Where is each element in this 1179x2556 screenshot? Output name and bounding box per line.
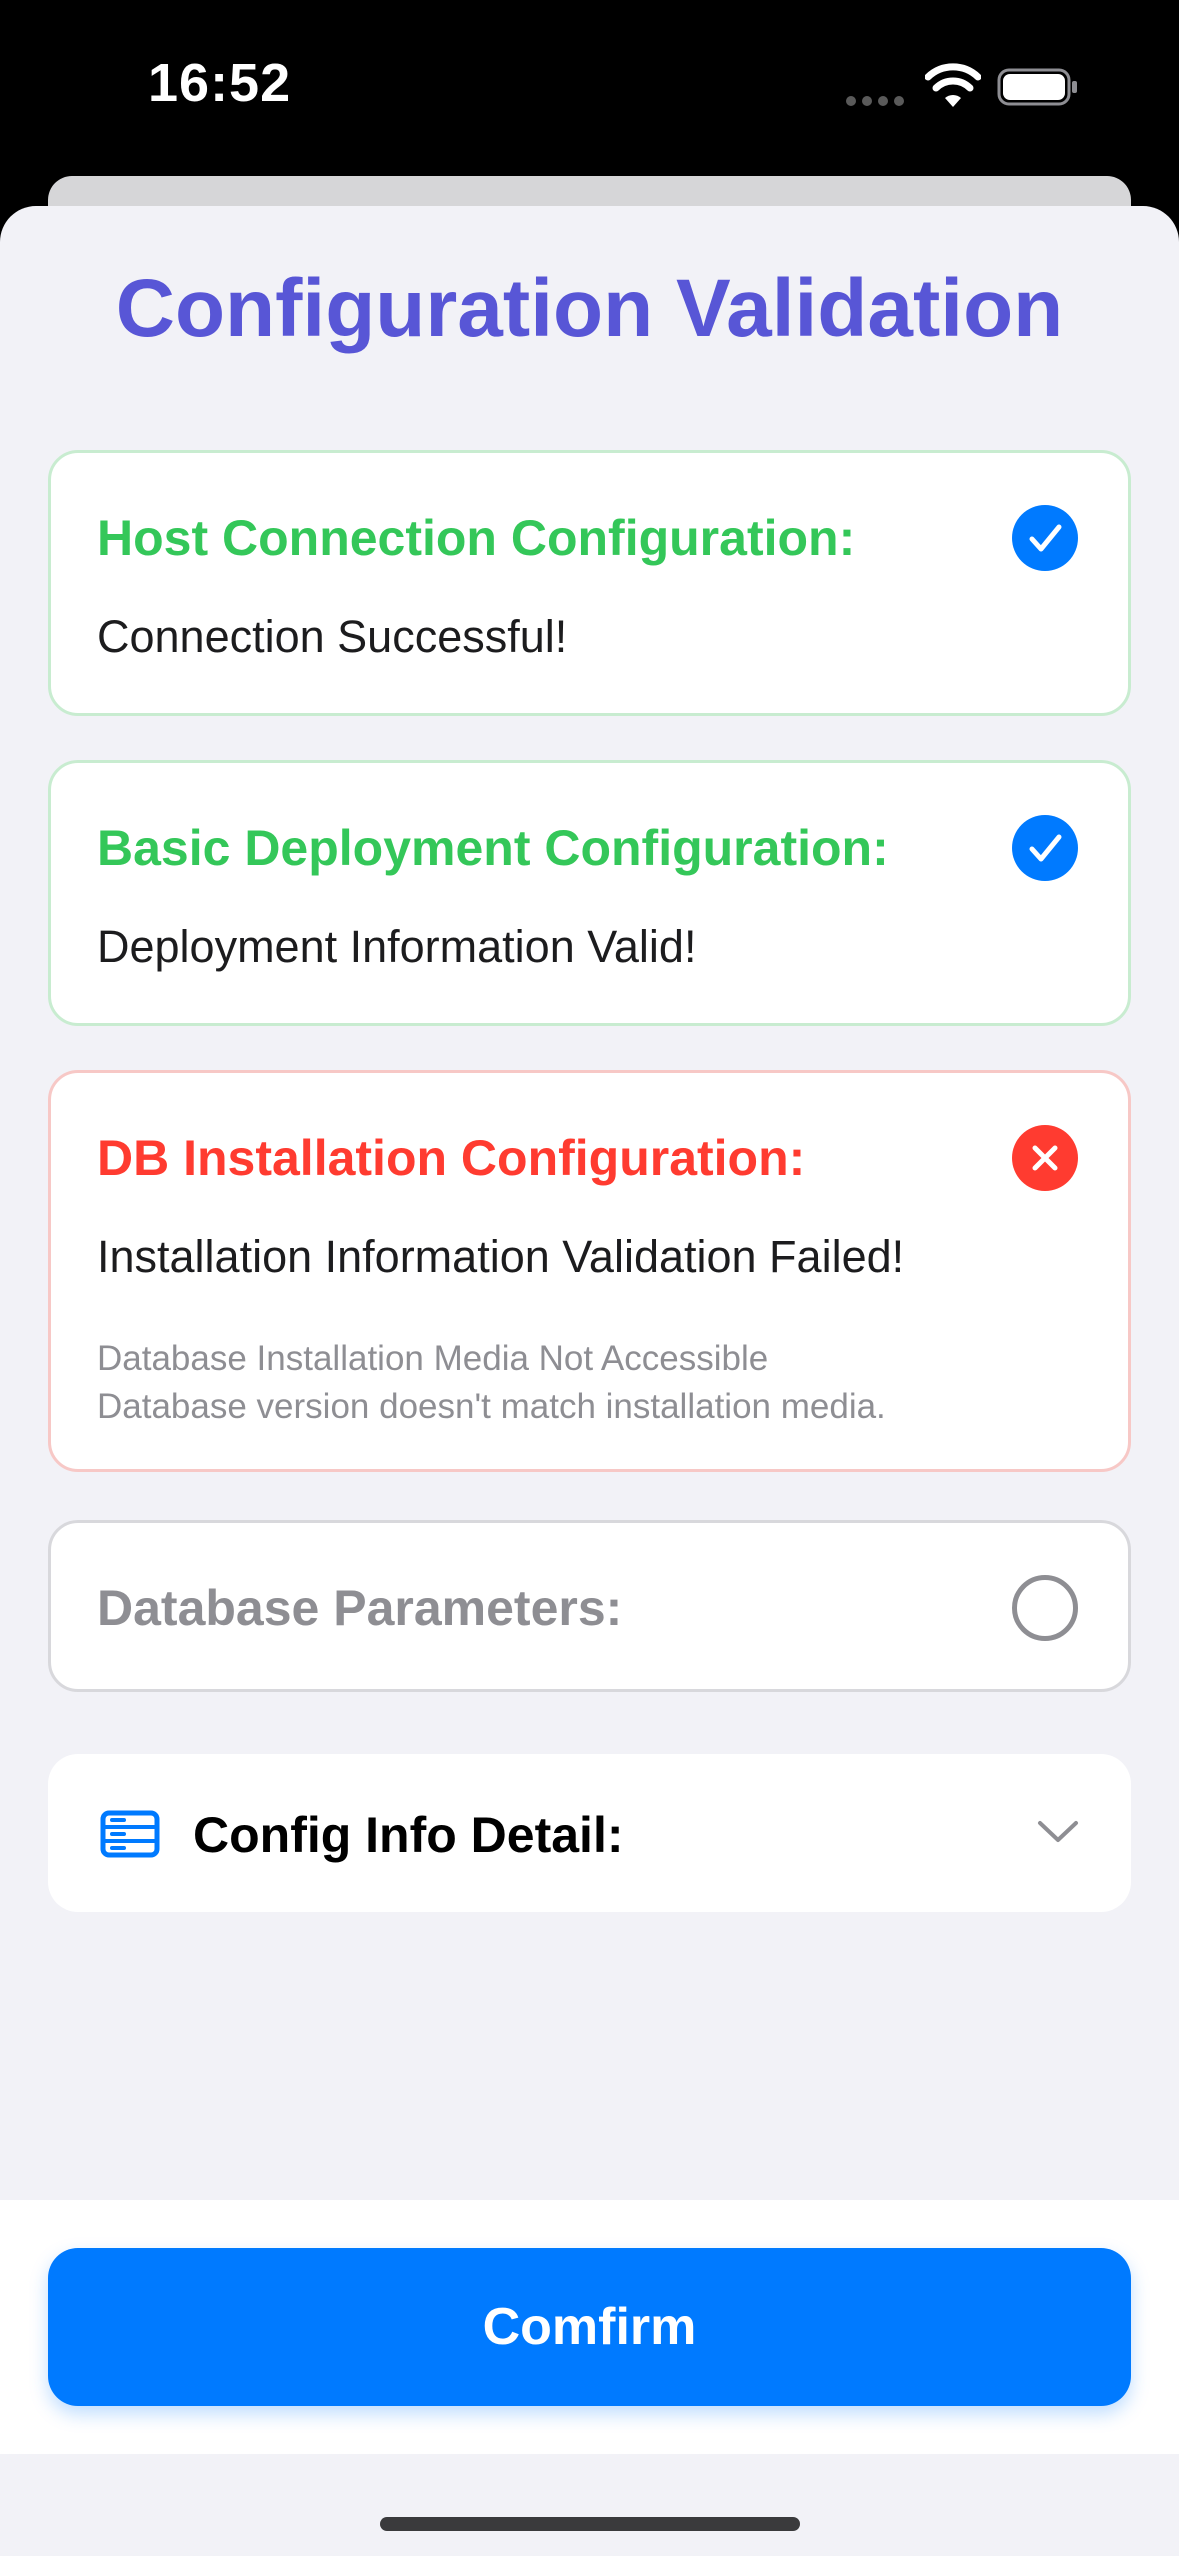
checkmark-circle-icon	[1012, 505, 1078, 571]
wifi-icon	[925, 63, 981, 107]
chevron-down-icon	[1038, 1821, 1078, 1842]
status-bar: 16:52	[0, 0, 1179, 175]
page-title: Configuration Validation	[115, 263, 1064, 354]
error-detail-line: Database Installation Media Not Accessib…	[97, 1339, 769, 1378]
error-details: Database Installation Media Not Accessib…	[97, 1335, 886, 1431]
check-title: Basic Deployment Configuration:	[97, 820, 889, 876]
home-indicator[interactable]	[380, 2517, 800, 2531]
check-title: Database Parameters:	[97, 1580, 623, 1636]
check-card-database-parameters: Database Parameters:	[48, 1520, 1131, 1692]
check-title: Host Connection Configuration:	[97, 510, 856, 566]
check-card-db-installation: DB Installation Configuration: Installat…	[48, 1070, 1131, 1472]
status-time: 16:52	[148, 53, 292, 113]
confirm-button[interactable]: Comfirm	[48, 2248, 1131, 2406]
cellular-signal-icon	[846, 96, 904, 106]
check-message: Connection Successful!	[97, 611, 568, 662]
check-title: DB Installation Configuration:	[97, 1130, 806, 1186]
battery-icon	[997, 68, 1077, 106]
empty-circle-icon	[1012, 1575, 1078, 1641]
footer-bar: Comfirm	[0, 2200, 1179, 2454]
xmark-circle-icon	[1012, 1125, 1078, 1191]
config-info-detail-label: Config Info Detail:	[193, 1807, 624, 1863]
check-card-basic-deployment: Basic Deployment Configuration: Deployme…	[48, 760, 1131, 1026]
config-info-detail-disclosure[interactable]: Config Info Detail:	[48, 1754, 1131, 1912]
check-message: Installation Information Validation Fail…	[97, 1231, 905, 1282]
error-detail-line: Database version doesn't match installat…	[97, 1387, 886, 1426]
check-message: Deployment Information Valid!	[97, 921, 697, 972]
validation-sheet: Configuration Validation Host Connection…	[0, 206, 1179, 2556]
server-rack-icon	[100, 1810, 160, 1858]
check-card-host-connection: Host Connection Configuration: Connectio…	[48, 450, 1131, 716]
checkmark-circle-icon	[1012, 815, 1078, 881]
